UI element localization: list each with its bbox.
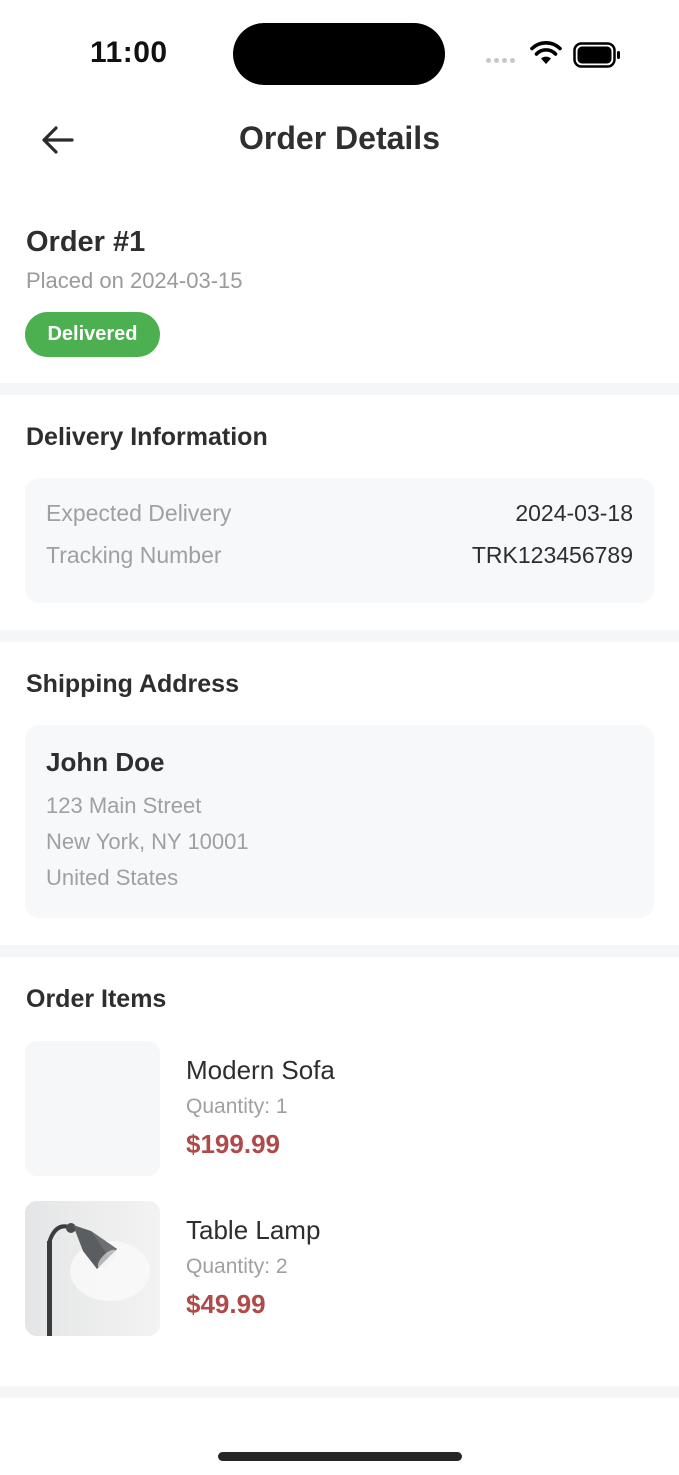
item-price: $199.99 xyxy=(186,1129,280,1159)
address-line: New York, NY 10001 xyxy=(46,829,249,854)
item-quantity: Quantity: 1 xyxy=(186,1095,288,1118)
item-quantity: Quantity: 2 xyxy=(186,1255,288,1278)
recipient-name: John Doe xyxy=(46,747,165,777)
order-number: Order #1 xyxy=(26,226,146,258)
expected-delivery-value: 2024-03-18 xyxy=(515,500,633,526)
shipping-section-title: Shipping Address xyxy=(26,670,239,698)
status-badge: Delivered xyxy=(25,312,160,357)
delivery-section-title: Delivery Information xyxy=(26,423,268,451)
item-price: $49.99 xyxy=(186,1289,266,1319)
status-bar: 11:00 xyxy=(0,0,679,100)
lamp-image-icon xyxy=(25,1201,160,1336)
status-time: 11:00 xyxy=(90,36,168,69)
battery-icon xyxy=(573,42,620,68)
item-name: Table Lamp xyxy=(186,1215,321,1245)
expected-delivery-row: Expected Delivery 2024-03-18 xyxy=(46,500,633,527)
address-line: 123 Main Street xyxy=(46,793,202,818)
item-image xyxy=(25,1201,160,1336)
app-header: Order Details xyxy=(0,100,679,180)
delivery-info-card: Expected Delivery 2024-03-18 Tracking Nu… xyxy=(25,478,654,603)
expected-delivery-label: Expected Delivery xyxy=(46,500,232,526)
tracking-number-label: Tracking Number xyxy=(46,542,222,568)
item-image-placeholder xyxy=(25,1041,160,1176)
cellular-signal-icon xyxy=(486,58,515,63)
section-divider xyxy=(0,383,679,395)
tracking-number-row: Tracking Number TRK123456789 xyxy=(46,542,633,569)
wifi-icon xyxy=(530,41,562,64)
section-divider xyxy=(0,630,679,642)
order-item[interactable]: Table Lamp Quantity: 2 $49.99 xyxy=(25,1201,654,1336)
home-indicator[interactable] xyxy=(218,1452,462,1461)
tracking-number-value[interactable]: TRK123456789 xyxy=(472,542,633,569)
order-placed-date: Placed on 2024-03-15 xyxy=(26,268,243,293)
order-details-screen: 11:00 Order Details Order #1 Placed on 2… xyxy=(0,0,679,1475)
address-line: United States xyxy=(46,865,179,890)
section-divider xyxy=(0,945,679,957)
order-item[interactable]: Modern Sofa Quantity: 1 $199.99 xyxy=(25,1041,654,1176)
item-name: Modern Sofa xyxy=(186,1055,335,1085)
shipping-address-card: John Doe 123 Main Street New York, NY 10… xyxy=(25,725,654,918)
page-title: Order Details xyxy=(239,120,440,156)
items-section-title: Order Items xyxy=(26,985,167,1013)
section-divider xyxy=(0,1386,679,1398)
dynamic-island xyxy=(233,23,445,85)
